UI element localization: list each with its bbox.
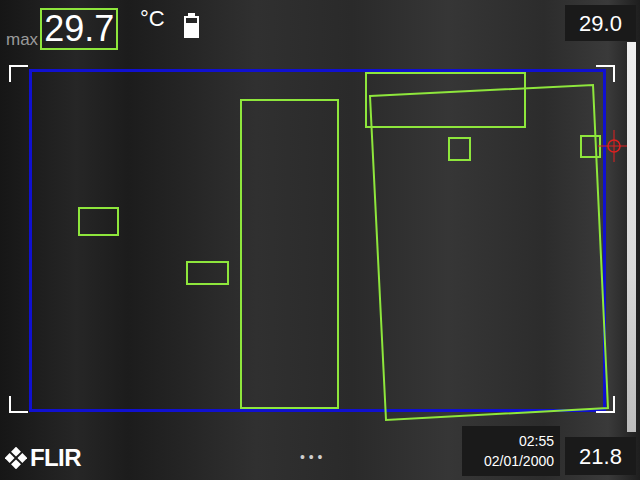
color-scale-bar: [627, 42, 636, 432]
time: 02:55: [519, 431, 554, 451]
measurement-box[interactable]: [365, 72, 526, 128]
crosshair-icon: [598, 130, 630, 162]
max-reading: max29.7: [6, 8, 118, 50]
clock: 02:5502/01/2000: [462, 426, 560, 476]
thermal-camera-screen: max29.7 °C 29.0 21.8 FLIR • • • 02:5502/01/200…: [0, 0, 640, 480]
battery-icon: [183, 13, 200, 39]
measurement-box[interactable]: [78, 207, 119, 236]
unit: °C: [140, 8, 165, 30]
max-value: 29.7: [40, 8, 118, 50]
scale-min: 21.8: [565, 437, 636, 475]
logo: FLIR: [5, 446, 81, 470]
max-label: max: [6, 31, 38, 48]
menu-dots[interactable]: • • •: [300, 450, 322, 464]
measurement-box[interactable]: [448, 137, 471, 161]
measurement-box[interactable]: [186, 261, 229, 285]
flir-diamond-icon: [5, 447, 27, 469]
scale-max: 29.0: [565, 5, 636, 41]
date: 02/01/2000: [484, 451, 554, 471]
measurement-area[interactable]: [29, 69, 606, 412]
frame-corners-icon: [0, 0, 640, 480]
measurement-box[interactable]: [240, 99, 339, 409]
measurement-box[interactable]: [580, 135, 601, 158]
measurement-quad[interactable]: [0, 0, 640, 480]
